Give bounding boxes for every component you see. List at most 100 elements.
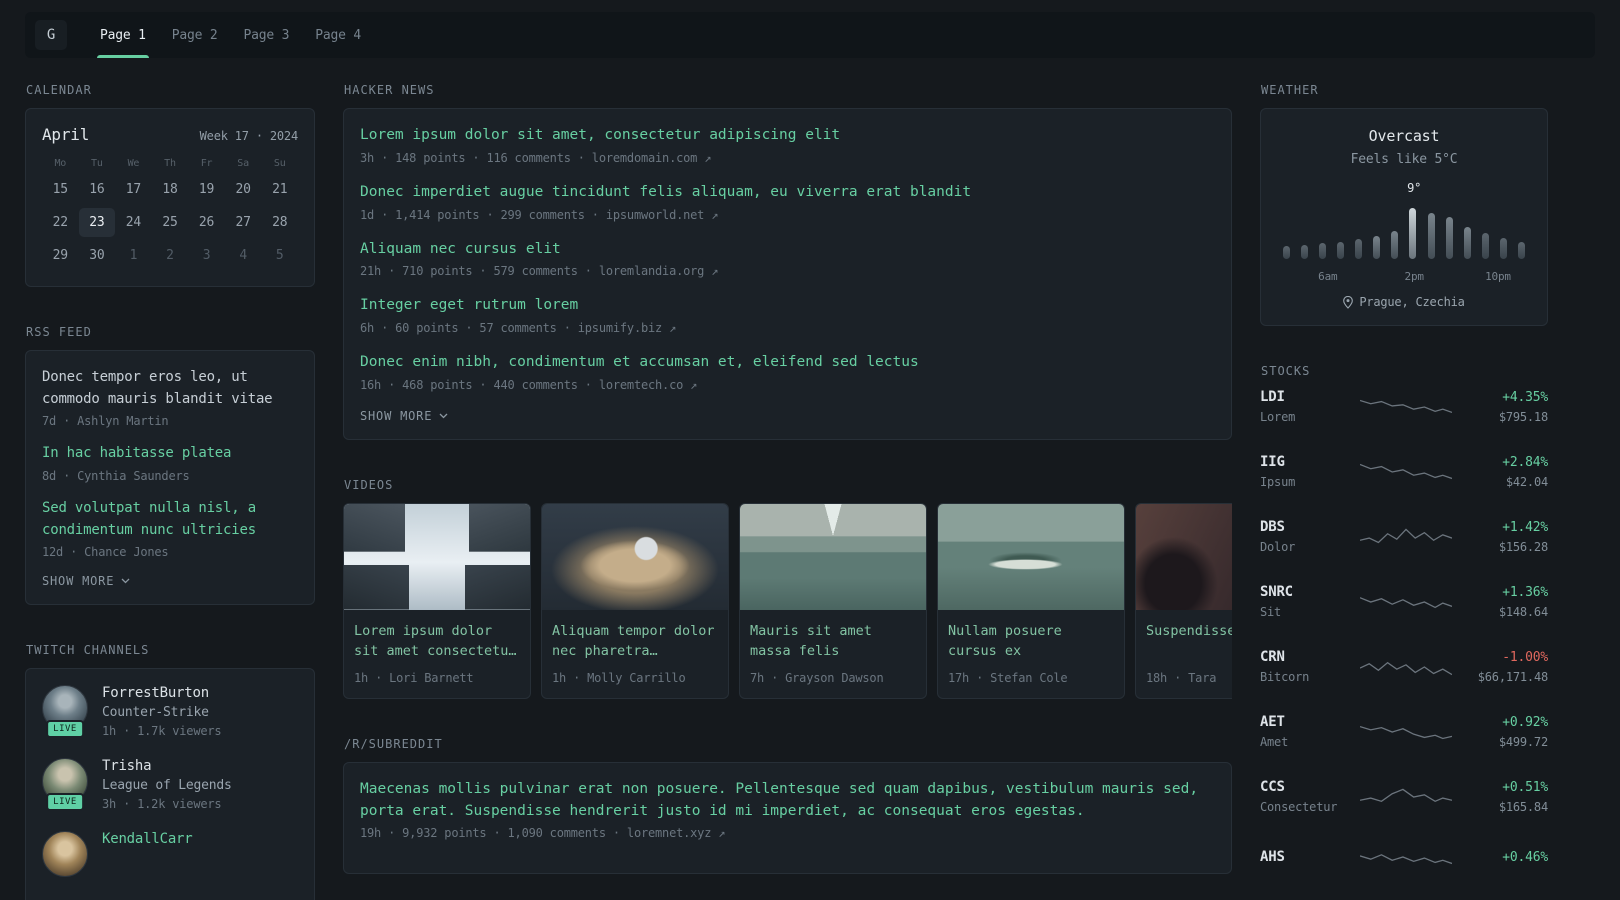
stock-sparkline <box>1360 784 1452 810</box>
channel-name[interactable]: ForrestBurton <box>102 685 221 701</box>
video-title: Mauris sit amet massa felis <box>750 622 872 659</box>
rss-item-meta: 7d · Ashlyn Martin <box>42 414 169 429</box>
calendar-day: 19 <box>198 182 215 197</box>
stock-row[interactable]: LDI Lorem +4.35% $795.18 <box>1260 389 1548 424</box>
video-title: Lorem ipsum dolor sit amet consectetu… <box>354 622 517 659</box>
weather-condition: Overcast <box>1368 127 1440 145</box>
hackernews-card: Lorem ipsum dolor sit amet, consectetur … <box>343 108 1232 440</box>
weather-bar <box>1319 243 1327 259</box>
subreddit-widget: /R/SUBREDDIT Maecenas mollis pulvinar er… <box>343 737 1232 875</box>
stock-ticker: CCS <box>1260 779 1285 795</box>
topbar: G Page 1 Page 2 Page 3 Page 4 <box>25 12 1595 58</box>
stocks-widget: STOCKS LDI Lorem +4.35% $795.18 IIG Ipsu… <box>1260 364 1548 870</box>
stock-row[interactable]: IIG Ipsum +2.84% $42.04 <box>1260 454 1548 489</box>
location-pin-icon <box>1343 295 1354 309</box>
rss-item-title[interactable]: In hac habitasse platea <box>42 443 298 465</box>
hackernews-item-title[interactable]: Donec enim nibh, condimentum et accumsan… <box>360 352 1215 374</box>
calendar-day: 30 <box>89 248 105 263</box>
stock-sparkline <box>1360 589 1452 615</box>
show-more-label: SHOW MORE <box>42 574 115 589</box>
hackernews-item: Donec imperdiet augue tincidunt felis al… <box>360 182 1215 222</box>
hackernews-item-meta: 3h · 148 points · 116 comments · loremdo… <box>360 150 712 165</box>
hackernews-item-title[interactable]: Integer eget rutrum lorem <box>360 295 1215 317</box>
day-of-week-label: Th <box>164 158 176 169</box>
video-card[interactable]: Suspendisse diam 18h · Tara <box>1135 502 1232 699</box>
page-tab[interactable]: Page 1 <box>87 12 159 58</box>
stock-ticker: AET <box>1260 714 1285 730</box>
app-logo[interactable]: G <box>35 20 67 50</box>
stock-price: $148.64 <box>1498 604 1548 619</box>
twitch-channel: LIVE ForrestBurton Counter-Strike 1h · 1… <box>42 685 298 739</box>
day-of-week-label: Tu <box>91 158 103 169</box>
stock-name: Consectetur <box>1260 800 1338 814</box>
subreddit-item-meta: 19h · 9,932 points · 1,090 comments · lo… <box>360 826 726 841</box>
stock-sparkline <box>1360 654 1452 680</box>
rss-item-title[interactable]: Donec tempor eros leo, ut commodo mauris… <box>42 367 298 410</box>
weather-bar <box>1409 207 1417 259</box>
video-card[interactable]: Lorem ipsum dolor sit amet consectetu… 1… <box>343 502 531 699</box>
page-tab[interactable]: Page 3 <box>231 12 303 58</box>
weather-bar <box>1391 231 1399 259</box>
calendar-days: 15 16 17 18 19 20 21 22 23 24 25 26 27 28 29 30 1 2 3 4 5 <box>42 175 298 270</box>
channel-name[interactable]: Trisha <box>102 758 232 774</box>
rss-item-title[interactable]: Sed volutpat nulla nisl, a condimentum n… <box>42 498 298 541</box>
weather-bar <box>1427 212 1435 259</box>
hackernews-item-title[interactable]: Lorem ipsum dolor sit amet, consectetur … <box>360 125 1215 147</box>
video-card[interactable]: Aliquam tempor dolor nec pharetra… 1h · … <box>541 502 729 699</box>
hackernews-item-meta: 6h · 60 points · 57 comments · ipsumify.… <box>360 321 677 335</box>
rss-widget-title: RSS FEED <box>26 325 92 339</box>
hackernews-item-title[interactable]: Donec imperdiet augue tincidunt felis al… <box>360 182 1215 204</box>
hackernews-item: Aliquam nec cursus elit 21h · 710 points… <box>360 239 1215 279</box>
stock-ticker: AHS <box>1260 849 1285 865</box>
stock-name: Sit <box>1260 605 1282 619</box>
video-card[interactable]: Mauris sit amet massa felis 7h · Grayson… <box>739 502 927 699</box>
stock-sparkline <box>1360 524 1452 550</box>
channel-meta: 1h · 1.7k viewers <box>102 724 222 739</box>
channel-avatar[interactable] <box>42 831 88 878</box>
weather-bar <box>1481 233 1489 259</box>
stock-row[interactable]: CRN Bitcorn -1.00% $66,171.48 <box>1260 649 1548 684</box>
stock-row[interactable]: SNRC Sit +1.36% $148.64 <box>1260 584 1548 619</box>
twitch-channel: LIVE Trisha League of Legends 3h · 1.2k … <box>42 758 298 812</box>
stock-change: +0.92% <box>1502 714 1548 730</box>
subreddit-item-list: Maecenas mollis pulvinar erat non posuer… <box>360 779 1215 841</box>
time-label: 10pm <box>1485 270 1511 283</box>
hackernews-item-list: Lorem ipsum dolor sit amet, consectetur … <box>360 125 1215 392</box>
weather-location: Prague, Czechia <box>1359 295 1465 309</box>
calendar-week-year: Week 17 · 2024 <box>199 129 299 143</box>
video-thumbnail <box>740 503 926 610</box>
calendar-day: 27 <box>235 215 251 230</box>
page-tab[interactable]: Page 2 <box>159 12 231 58</box>
calendar-widget: CALENDAR April Week 17 · 2024 Mo Tu We Th Fr… <box>25 83 315 287</box>
weather-bar <box>1283 246 1290 259</box>
video-thumbnail <box>344 503 530 610</box>
channel-name[interactable]: KendallCarr <box>102 831 193 847</box>
stock-row[interactable]: CCS Consectetur +0.51% $165.84 <box>1260 779 1548 814</box>
stock-row[interactable]: DBS Dolor +1.42% $156.28 <box>1260 519 1548 554</box>
video-card[interactable]: Nullam posuere cursus ex 17h · Stefan Co… <box>937 502 1125 699</box>
stock-row[interactable]: AET Amet +0.92% $499.72 <box>1260 714 1548 749</box>
page-tab[interactable]: Page 4 <box>302 12 374 58</box>
time-label: 6am <box>1318 270 1338 283</box>
hackernews-item: Integer eget rutrum lorem 6h · 60 points… <box>360 295 1215 335</box>
dashboard: CALENDAR April Week 17 · 2024 Mo Tu We Th Fr… <box>0 58 1620 900</box>
subreddit-item-title[interactable]: Maecenas mollis pulvinar erat non posuer… <box>360 779 1215 823</box>
live-badge: LIVE <box>46 720 84 739</box>
hackernews-item: Donec enim nibh, condimentum et accumsan… <box>360 352 1215 392</box>
weather-bars <box>1283 201 1525 259</box>
calendar-day: 28 <box>272 215 288 230</box>
calendar-day: 22 <box>52 215 68 230</box>
rss-show-more-button[interactable]: SHOW MORE <box>42 574 130 588</box>
hackernews-item-title[interactable]: Aliquam nec cursus elit <box>360 239 1215 261</box>
weather-chart: 9° 6am 2pm 10pm <box>1277 181 1531 283</box>
channel-game[interactable]: Counter-Strike <box>102 705 221 720</box>
calendar-day: 15 <box>52 182 68 197</box>
stock-row[interactable]: AHS +0.46% <box>1260 844 1548 870</box>
hackernews-show-more-button[interactable]: SHOW MORE <box>360 409 448 423</box>
video-title: Nullam posuere cursus ex <box>948 622 1062 659</box>
video-meta: 1h · Molly Carrillo <box>552 670 686 685</box>
calendar-day: 29 <box>52 248 68 263</box>
stock-sparkline <box>1360 844 1452 870</box>
channel-game[interactable]: League of Legends <box>102 778 232 793</box>
calendar-day: 5 <box>275 248 284 263</box>
